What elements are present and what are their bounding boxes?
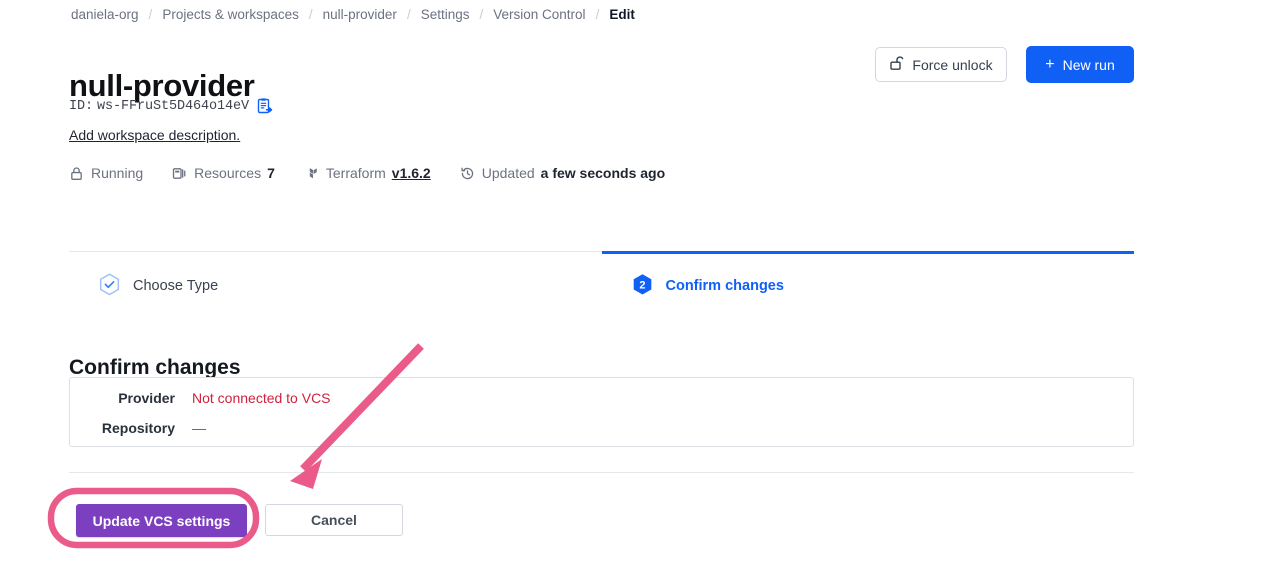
step-top-border xyxy=(602,251,1135,254)
workspace-id-row: ID: ws-FFruSt5D464o14eV xyxy=(69,98,273,114)
breadcrumb-separator: / xyxy=(141,7,161,22)
hexagon-number-icon: 2 xyxy=(631,273,654,299)
workspace-status-row: Running Resources 7 Terraform xyxy=(69,165,694,181)
status-updated-value: a few seconds ago xyxy=(541,165,665,181)
workspace-id-prefix: ID: xyxy=(69,99,93,114)
detail-key-provider: Provider xyxy=(70,390,175,406)
status-running-label: Running xyxy=(91,165,143,181)
breadcrumb-item-2[interactable]: null-provider xyxy=(321,7,399,22)
status-updated-label: Updated xyxy=(482,165,535,181)
new-run-button[interactable]: + New run xyxy=(1026,46,1134,83)
resources-icon xyxy=(172,166,187,181)
workspace-id-value: ws-FFruSt5D464o14eV xyxy=(97,99,249,114)
new-run-label: New run xyxy=(1063,57,1115,73)
breadcrumb-item-4[interactable]: Version Control xyxy=(491,7,587,22)
step-choose-type[interactable]: Choose Type xyxy=(69,251,602,313)
step-confirm-changes-label: Confirm changes xyxy=(666,278,784,294)
detail-row-provider: Provider Not connected to VCS xyxy=(70,390,331,406)
svg-text:2: 2 xyxy=(639,280,645,292)
terraform-logo-icon xyxy=(304,166,319,181)
detail-value-provider: Not connected to VCS xyxy=(192,390,331,406)
breadcrumb-item-1[interactable]: Projects & workspaces xyxy=(160,7,301,22)
plus-icon: + xyxy=(1045,57,1054,73)
copy-clipboard-icon[interactable] xyxy=(257,98,273,114)
wizard-stepper: Choose Type 2 Confirm changes xyxy=(69,251,1134,313)
step-confirm-changes[interactable]: 2 Confirm changes xyxy=(602,251,1135,313)
cancel-button[interactable]: Cancel xyxy=(265,504,403,536)
update-vcs-settings-button[interactable]: Update VCS settings xyxy=(76,504,247,537)
step-choose-type-label: Choose Type xyxy=(133,278,218,294)
add-workspace-description-link[interactable]: Add workspace description. xyxy=(69,127,240,143)
breadcrumb-separator: / xyxy=(301,7,321,22)
force-unlock-label: Force unlock xyxy=(912,57,992,73)
unlocked-padlock-icon xyxy=(889,55,905,74)
detail-row-repository: Repository — xyxy=(70,420,206,436)
step-top-border xyxy=(69,251,602,252)
status-item-resources: Resources 7 xyxy=(172,165,275,181)
lock-icon xyxy=(69,166,84,181)
page-root: daniela-org / Projects & workspaces / nu… xyxy=(0,0,1277,563)
pointer-arrow-head xyxy=(290,459,322,489)
footer-divider xyxy=(69,472,1134,473)
breadcrumb: daniela-org / Projects & workspaces / nu… xyxy=(69,7,637,22)
status-resources-label: Resources xyxy=(194,165,261,181)
status-item-terraform: Terraform v1.6.2 xyxy=(304,165,431,181)
breadcrumb-separator: / xyxy=(588,7,608,22)
status-resources-value: 7 xyxy=(267,165,275,181)
detail-value-repository: — xyxy=(192,420,206,436)
history-clock-icon xyxy=(460,166,475,181)
confirm-details-card: Provider Not connected to VCS Repository… xyxy=(69,377,1134,447)
status-item-updated: Updated a few seconds ago xyxy=(460,165,665,181)
status-item-running: Running xyxy=(69,165,143,181)
force-unlock-button[interactable]: Force unlock xyxy=(875,47,1007,82)
breadcrumb-item-0[interactable]: daniela-org xyxy=(69,7,141,22)
breadcrumb-separator: / xyxy=(399,7,419,22)
breadcrumb-separator: / xyxy=(471,7,491,22)
breadcrumb-item-current: Edit xyxy=(607,7,637,22)
hexagon-check-icon xyxy=(98,273,121,299)
detail-key-repository: Repository xyxy=(70,420,175,436)
status-terraform-version-link[interactable]: v1.6.2 xyxy=(392,165,431,181)
breadcrumb-item-3[interactable]: Settings xyxy=(419,7,472,22)
status-terraform-label: Terraform xyxy=(326,165,386,181)
